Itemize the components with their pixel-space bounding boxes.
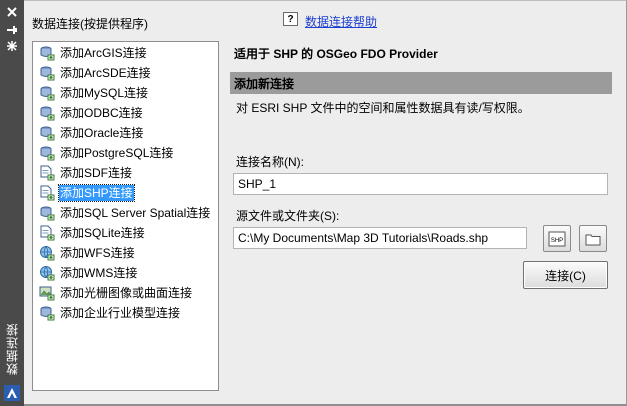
list-item-label: 添加WFS连接 — [60, 246, 135, 260]
list-item[interactable]: 添加SQLite连接 — [33, 223, 218, 243]
list-item-label: 添加SHP连接 — [58, 184, 135, 202]
list-item-label: 添加SDF连接 — [60, 166, 133, 180]
list-item[interactable]: 添加MySQL连接 — [33, 83, 218, 103]
database-connect-icon — [39, 125, 55, 141]
list-item-label: 添加PostgreSQL连接 — [60, 146, 174, 160]
help-icon[interactable]: ? — [283, 12, 298, 26]
list-item-label: 添加SQL Server Spatial连接 — [60, 206, 211, 220]
svg-text:SHP: SHP — [551, 238, 563, 244]
list-item[interactable]: 添加WMS连接 — [33, 263, 218, 283]
database-connect-icon — [39, 45, 55, 61]
list-item-label: 添加企业行业模型连接 — [60, 306, 181, 320]
help-link[interactable]: 数据连接帮助 — [305, 13, 377, 30]
source-file-input[interactable]: C:\My Documents\Map 3D Tutorials\Roads.s… — [233, 227, 527, 249]
list-item[interactable]: 添加SHP连接 — [33, 183, 218, 203]
pin-icon[interactable] — [5, 24, 19, 36]
browse-shp-button[interactable]: SHP — [543, 225, 571, 252]
list-item[interactable]: 添加ArcGIS连接 — [33, 43, 218, 63]
list-item-label: 添加MySQL连接 — [60, 86, 149, 100]
list-item[interactable]: 添加SQL Server Spatial连接 — [33, 203, 218, 223]
list-item-label: 添加WMS连接 — [60, 266, 138, 280]
data-connect-panel: 数据连接(按提供程序) ? 数据连接帮助 添加ArcGIS连接 添加ArcSDE连… — [24, 0, 627, 406]
source-file-label: 源文件或文件夹(S): — [236, 209, 340, 223]
database-connect-icon — [39, 85, 55, 101]
list-item-label: 添加Oracle连接 — [60, 126, 144, 140]
list-item-label: 添加ArcSDE连接 — [60, 66, 151, 80]
close-icon[interactable] — [5, 6, 19, 18]
globe-connect-icon — [39, 265, 55, 281]
browse-folder-button[interactable] — [579, 225, 607, 252]
palette-title-strip: 数据连接 — [0, 0, 24, 406]
provider-title: 适用于 SHP 的 OSGeo FDO Provider — [234, 47, 438, 61]
list-item[interactable]: 添加ArcSDE连接 — [33, 63, 218, 83]
autodesk-logo-icon — [4, 385, 20, 401]
globe-connect-icon — [39, 245, 55, 261]
list-item[interactable]: 添加光栅图像或曲面连接 — [33, 283, 218, 303]
connect-button[interactable]: 连接(C) — [523, 261, 608, 289]
list-item[interactable]: 添加WFS连接 — [33, 243, 218, 263]
list-item-label: 添加SQLite连接 — [60, 226, 145, 240]
file-connect-icon — [39, 185, 55, 201]
connection-name-input[interactable]: SHP_1 — [233, 173, 608, 195]
palette-title: 数据连接 — [5, 323, 20, 375]
provider-list[interactable]: 添加ArcGIS连接 添加ArcSDE连接 添加MySQL连接 添加ODBC连接 添加O… — [32, 41, 219, 391]
list-title: 数据连接(按提供程序) — [32, 17, 148, 31]
list-item[interactable]: 添加企业行业模型连接 — [33, 303, 218, 323]
database-connect-icon — [39, 305, 55, 321]
connection-name-label: 连接名称(N): — [236, 155, 304, 169]
list-item[interactable]: 添加Oracle连接 — [33, 123, 218, 143]
provider-description: 对 ESRI SHP 文件中的空间和属性数据具有读/写权限。 — [236, 101, 530, 115]
raster-connect-icon — [39, 285, 55, 301]
database-connect-icon — [39, 65, 55, 81]
list-item-label: 添加ArcGIS连接 — [60, 46, 147, 60]
section-header: 添加新连接 — [230, 72, 612, 94]
list-item[interactable]: 添加PostgreSQL连接 — [33, 143, 218, 163]
database-connect-icon — [39, 145, 55, 161]
database-connect-icon — [39, 205, 55, 221]
database-connect-icon — [39, 105, 55, 121]
list-item-label: 添加ODBC连接 — [60, 106, 143, 120]
file-connect-icon — [39, 165, 55, 181]
settings-icon[interactable] — [5, 40, 19, 52]
shp-file-icon: SHP — [548, 231, 566, 246]
folder-icon — [585, 234, 601, 245]
list-item-label: 添加光栅图像或曲面连接 — [60, 286, 193, 300]
list-item[interactable]: 添加ODBC连接 — [33, 103, 218, 123]
list-item[interactable]: 添加SDF连接 — [33, 163, 218, 183]
file-connect-icon — [39, 225, 55, 241]
